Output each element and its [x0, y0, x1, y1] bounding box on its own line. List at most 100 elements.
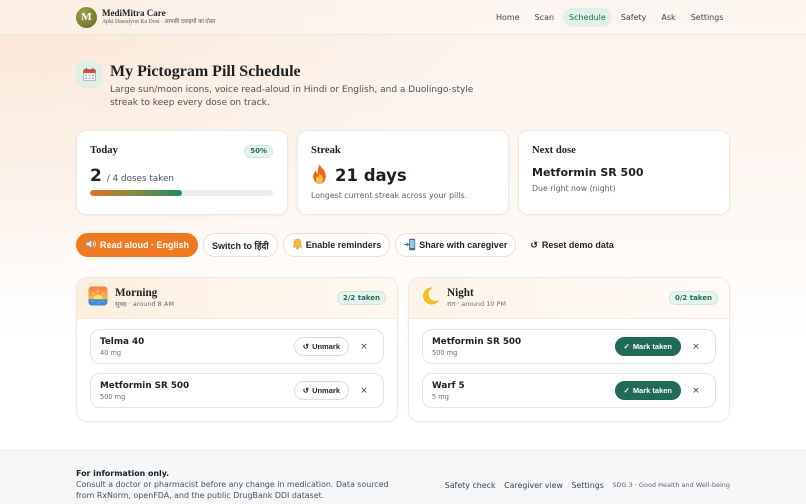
mobile-share-icon [404, 238, 416, 253]
enable-reminders-button[interactable]: Enable reminders [282, 233, 391, 257]
main-nav: Home Scan Schedule Safety Ask Settings [489, 7, 730, 27]
today-percent-badge: 50% [244, 144, 273, 158]
morning-items: Telma 40 40 mg ↺ Unmark × Metformin SR 5… [77, 319, 397, 408]
morning-panel: Morning सुबह · around 8 AM 2/2 taken Tel… [76, 277, 398, 422]
pill-actions: ↺ Unmark × [293, 381, 374, 401]
next-dose-medicine: Metformin SR 500 [532, 166, 644, 179]
night-panel-header: Night रात · around 10 PM 0/2 taken [409, 278, 729, 319]
disclaimer-text: Consult a doctor or pharmacist before an… [76, 480, 389, 500]
pill-row: Metformin SR 500 500 mg ↺ Unmark × [90, 373, 384, 408]
footer-link-settings[interactable]: Settings [571, 481, 603, 490]
pill-actions: ✓ Mark taken × [614, 337, 706, 357]
morning-title: Morning [115, 287, 158, 299]
share-caregiver-label: Share with caregiver [419, 240, 508, 250]
switch-language-label: Switch to हिंदी [212, 240, 269, 251]
brand[interactable]: M MediMitra Care Apki Dawaiyon Ka Dost ·… [76, 6, 215, 28]
mark-taken-button[interactable]: ✓ Mark taken [614, 337, 681, 356]
main-content: My Pictogram Pill Schedule Large sun/moo… [76, 61, 730, 422]
next-dose-title: Next dose [532, 145, 576, 156]
unmark-label: Unmark [312, 342, 340, 351]
top-header: M MediMitra Care Apki Dawaiyon Ka Dost ·… [0, 0, 806, 35]
unmark-button[interactable]: ↺ Unmark [293, 337, 349, 356]
page-subtitle: Large sun/moon icons, voice read-aloud i… [110, 85, 474, 108]
mark-taken-button[interactable]: ✓ Mark taken [614, 381, 681, 400]
brand-name: MediMitra Care [102, 8, 166, 18]
today-title: Today [90, 145, 118, 156]
streak-caption: Longest current streak across your pills… [311, 191, 468, 200]
undo-icon: ↺ [302, 386, 310, 395]
nav-ask[interactable]: Ask [655, 8, 682, 27]
streak-card-header: Streak [311, 144, 494, 158]
nav-safety[interactable]: Safety [614, 8, 653, 27]
remove-pill-button[interactable]: × [354, 381, 374, 401]
header-bar: M MediMitra Care Apki Dawaiyon Ka Dost ·… [76, 0, 730, 34]
check-icon: ✓ [623, 386, 630, 395]
pill-dose: 500 mg [100, 392, 126, 401]
logo-letter: M [81, 11, 92, 23]
enable-reminders-label: Enable reminders [305, 240, 382, 250]
today-card-header: Today 50% [90, 144, 273, 158]
night-items: Metformin SR 500 500 mg ✓ Mark taken × W… [409, 319, 729, 408]
today-count-row: 2 / 4 doses taken [90, 166, 273, 186]
speaker-icon [85, 238, 97, 252]
nav-scan[interactable]: Scan [528, 8, 560, 27]
nav-settings[interactable]: Settings [684, 8, 730, 27]
unmark-label: Unmark [312, 386, 340, 395]
pill-info: Metformin SR 500 500 mg [432, 336, 521, 358]
streak-card: Streak 21 days Longest current streak ac… [297, 130, 509, 215]
page-footer: For information only. Consult a doctor o… [0, 450, 806, 504]
read-aloud-label: Read aloud · English [100, 240, 190, 250]
night-taken-badge: 0/2 taken [668, 291, 718, 305]
brand-tagline: Apki Dawaiyon Ka Dost · आपकी दवाइयों का … [102, 19, 216, 25]
next-dose-card-header: Next dose [532, 144, 715, 158]
morning-heading: Morning सुबह · around 8 AM [115, 287, 174, 309]
mark-taken-label: Mark taken [632, 342, 672, 351]
fire-icon [311, 164, 328, 188]
next-dose-card: Next dose Metformin SR 500 Due right now… [518, 130, 730, 215]
pill-name: Warf 5 [432, 380, 465, 391]
unmark-button[interactable]: ↺ Unmark [293, 381, 349, 400]
moon-icon [420, 286, 440, 310]
remove-pill-button[interactable]: × [354, 337, 374, 357]
logo: M [76, 6, 97, 28]
pill-info: Warf 5 5 mg [432, 380, 465, 402]
switch-language-button[interactable]: Switch to हिंदी [203, 233, 278, 257]
share-caregiver-button[interactable]: Share with caregiver [395, 233, 517, 257]
pill-name: Telma 40 [100, 336, 145, 347]
today-card: Today 50% 2 / 4 doses taken [76, 130, 288, 215]
remove-pill-button[interactable]: × [686, 381, 706, 401]
morning-taken-badge: 2/2 taken [336, 291, 386, 305]
night-subtitle: रात · around 10 PM [447, 300, 507, 308]
progress-fill [90, 190, 182, 196]
doses-taken-count: 2 [90, 166, 102, 186]
check-icon: ✓ [623, 342, 630, 351]
pill-actions: ↺ Unmark × [293, 337, 374, 357]
bell-icon [292, 238, 303, 252]
night-panel: Night रात · around 10 PM 0/2 taken Metfo… [408, 277, 730, 422]
pill-row: Telma 40 40 mg ↺ Unmark × [90, 329, 384, 364]
night-title: Night [447, 287, 474, 299]
night-heading: Night रात · around 10 PM [447, 287, 506, 309]
pill-info: Metformin SR 500 500 mg [100, 380, 189, 402]
nav-schedule[interactable]: Schedule [562, 7, 613, 27]
page-hero: My Pictogram Pill Schedule Large sun/moo… [76, 61, 730, 110]
action-buttons: Read aloud · English Switch to हिंदी Ena… [76, 233, 730, 257]
reset-icon: ↺ [530, 239, 538, 250]
pill-actions: ✓ Mark taken × [614, 381, 706, 401]
reset-demo-button[interactable]: ↺ Reset demo data [521, 233, 623, 257]
footer-link-caregiver-view[interactable]: Caregiver view [504, 481, 563, 490]
pill-dose: 500 mg [432, 348, 458, 357]
nav-home[interactable]: Home [489, 8, 526, 27]
footer-link-safety-check[interactable]: Safety check [445, 481, 496, 490]
remove-pill-button[interactable]: × [686, 337, 706, 357]
pill-name: Metformin SR 500 [100, 380, 190, 391]
read-aloud-button[interactable]: Read aloud · English [76, 233, 199, 257]
pill-row: Warf 5 5 mg ✓ Mark taken × [422, 373, 716, 408]
mark-taken-label: Mark taken [632, 386, 672, 395]
pill-row: Metformin SR 500 500 mg ✓ Mark taken × [422, 329, 716, 364]
disclaimer: For information only. Consult a doctor o… [76, 468, 398, 501]
sdg-note: SDG 3 · Good Health and Well-being [612, 481, 730, 489]
pill-info: Telma 40 40 mg [100, 336, 144, 358]
morning-subtitle: सुबह · around 8 AM [115, 300, 174, 308]
brand-text: MediMitra Care Apki Dawaiyon Ka Dost · आ… [102, 8, 215, 26]
